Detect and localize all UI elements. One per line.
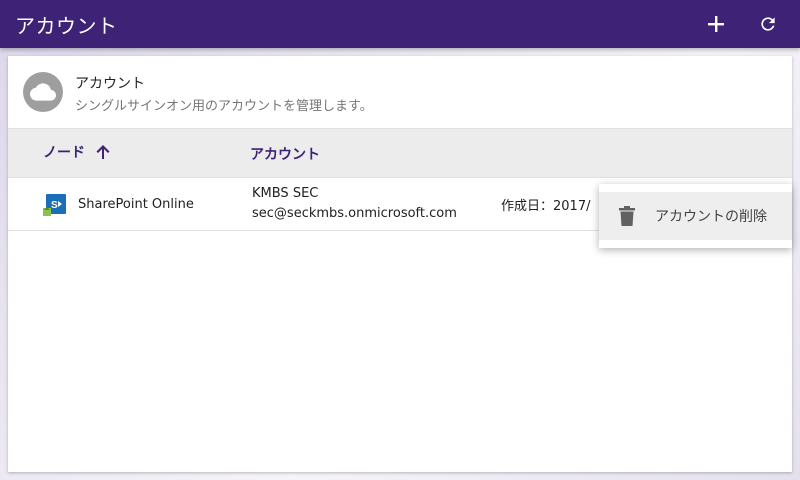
refresh-icon: [761, 17, 775, 31]
created-date: 作成日：2017/: [501, 199, 591, 214]
card-header: アカウント シングルサインオン用のアカウントを管理します。: [8, 56, 792, 128]
delete-account-menu-item[interactable]: アカウントの削除: [599, 192, 792, 240]
account-email: sec@seckmbs.onmicrosoft.com: [252, 206, 457, 221]
cloud-icon: [30, 83, 56, 101]
sharepoint-icon: S: [43, 194, 66, 216]
column-header-account[interactable]: アカウント: [250, 144, 320, 164]
arrow-up-icon: [96, 145, 110, 159]
trash-icon: [619, 206, 635, 226]
card-avatar: [23, 72, 63, 112]
accounts-card: アカウント シングルサインオン用のアカウントを管理します。 ノード アカウント …: [8, 56, 792, 472]
app-title: アカウント: [15, 13, 118, 38]
svg-text:S: S: [51, 200, 58, 211]
account-name: KMBS SEC: [252, 186, 319, 201]
node-name: SharePoint Online: [78, 197, 194, 212]
card-subtitle: シングルサインオン用のアカウントを管理します。: [75, 99, 373, 114]
app-bar: アカウント: [0, 0, 800, 48]
card-title: アカウント: [75, 76, 145, 92]
context-menu: アカウントの削除: [599, 184, 792, 248]
column-label-node: ノード: [43, 145, 85, 161]
appbar-actions: [702, 0, 782, 48]
delete-account-label: アカウントの削除: [655, 209, 767, 225]
plus-icon: [708, 16, 724, 32]
table-header: ノード アカウント: [8, 128, 792, 178]
refresh-button[interactable]: [754, 10, 782, 38]
add-account-button[interactable]: [702, 10, 730, 38]
column-header-node[interactable]: ノード: [43, 142, 111, 162]
